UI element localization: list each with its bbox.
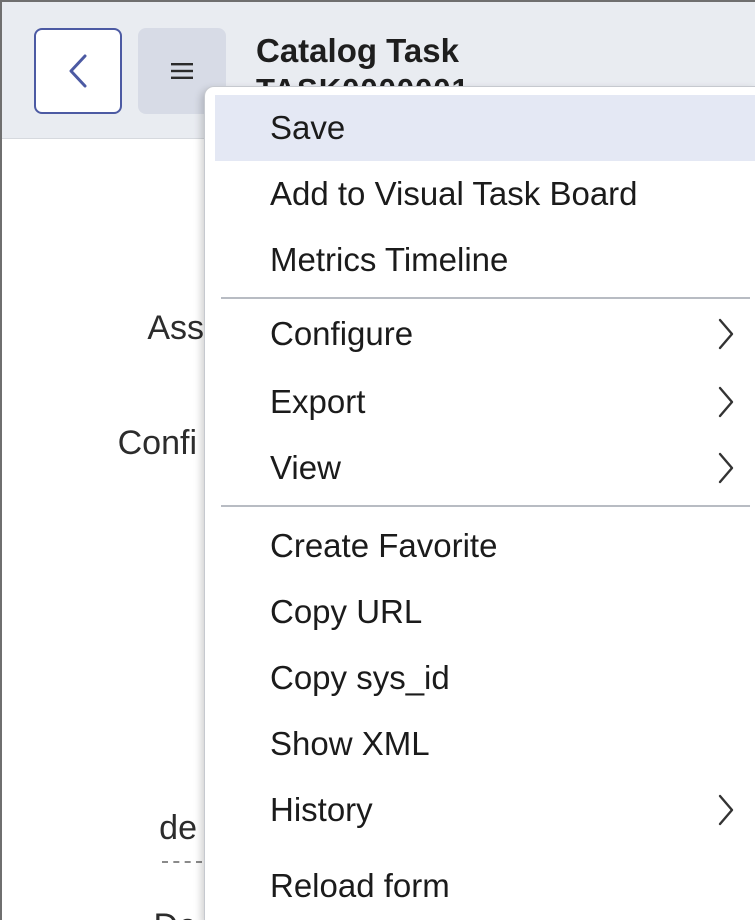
menu-item-label: Create Favorite <box>270 527 498 564</box>
field-label-configuration: Confi <box>117 424 197 462</box>
menu-item-reload-form[interactable]: Reload form <box>215 853 755 919</box>
menu-item-label: Copy URL <box>270 593 423 630</box>
menu-item-copy-sys-id[interactable]: Copy sys_id <box>215 645 755 711</box>
app-window: Catalog Task TASK0000001 Ass Confi de De… <box>0 0 755 920</box>
field-label-assigned: Ass <box>147 309 204 347</box>
menu-item-configure[interactable]: Configure <box>215 301 755 367</box>
menu-item-save[interactable]: Save <box>215 95 755 161</box>
menu-item-label: Add to Visual Task Board <box>270 175 638 212</box>
field-label-description-2: De <box>154 907 197 920</box>
menu-item-label: Save <box>270 109 346 146</box>
menu-separator <box>221 505 750 507</box>
menu-item-label: Metrics Timeline <box>270 241 509 278</box>
chevron-right-icon <box>718 452 734 484</box>
menu-separator <box>221 297 750 299</box>
menu-item-metrics-timeline[interactable]: Metrics Timeline <box>215 227 755 293</box>
menu-item-label: Export <box>270 383 366 420</box>
menu-item-label: Show XML <box>270 725 430 762</box>
menu-item-create-favorite[interactable]: Create Favorite <box>215 513 755 579</box>
chevron-right-icon <box>718 318 734 350</box>
menu-item-show-xml[interactable]: Show XML <box>215 711 755 777</box>
menu-item-label: History <box>270 791 373 828</box>
hamburger-icon <box>171 63 193 79</box>
chevron-left-icon <box>69 54 87 88</box>
menu-item-export[interactable]: Export <box>215 369 755 435</box>
menu-item-add-to-visual-task-board[interactable]: Add to Visual Task Board <box>215 161 755 227</box>
menu-item-history[interactable]: History <box>215 777 755 843</box>
menu-item-view[interactable]: View <box>215 435 755 501</box>
chevron-right-icon <box>718 794 734 826</box>
field-label-description: de <box>159 809 197 847</box>
field-underline <box>162 861 202 863</box>
chevron-right-icon <box>718 386 734 418</box>
page-title: Catalog Task <box>256 32 459 69</box>
context-menu: Save Add to Visual Task Board Metrics Ti… <box>204 86 755 920</box>
menu-item-copy-url[interactable]: Copy URL <box>215 579 755 645</box>
menu-item-label: Reload form <box>270 867 450 904</box>
back-button[interactable] <box>34 28 122 114</box>
menu-item-label: Configure <box>270 315 414 352</box>
menu-item-label: View <box>270 449 341 486</box>
menu-item-label: Copy sys_id <box>270 659 450 696</box>
